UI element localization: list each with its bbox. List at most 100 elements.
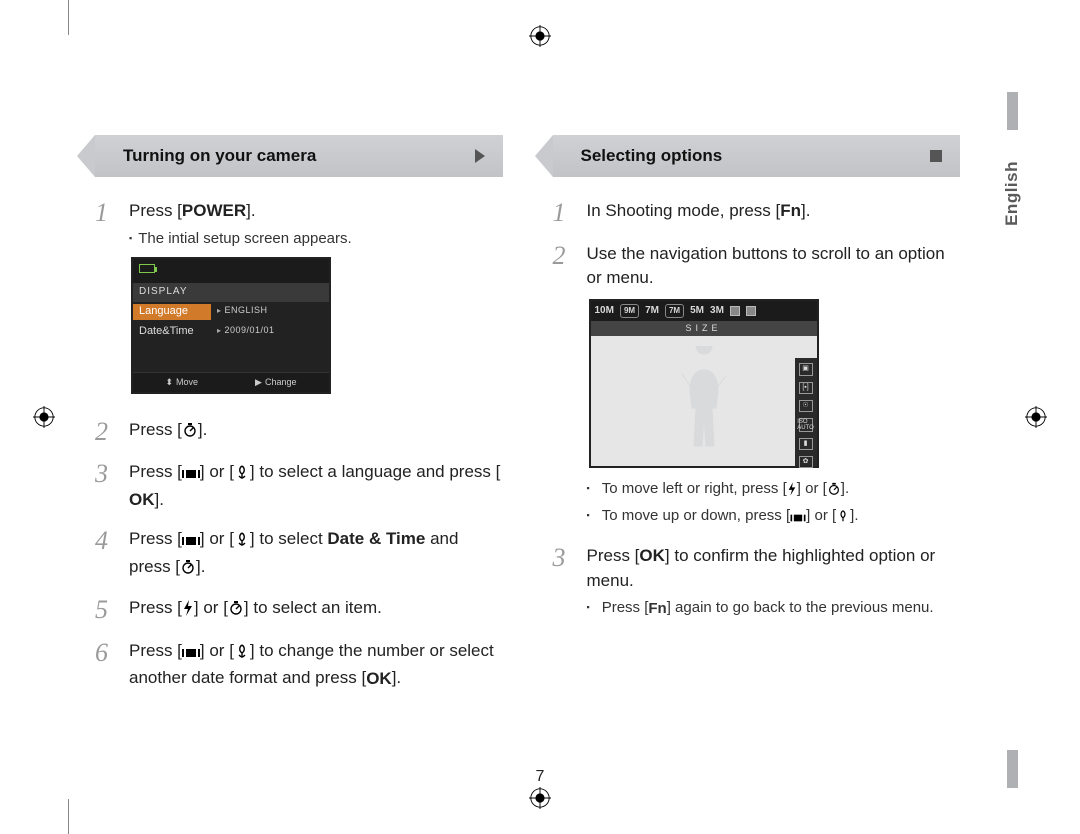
- size-option: [730, 306, 740, 316]
- step-1: 1 In Shooting mode, press [Fn].: [553, 199, 961, 228]
- lcd-label: Date&Time: [133, 324, 211, 340]
- text: ] to select a language and press [: [250, 462, 500, 481]
- lcd2-icon: ▮: [799, 438, 813, 450]
- text: Press [: [587, 546, 640, 565]
- text: ].: [198, 420, 207, 439]
- column-right: Selecting options 1 In Shooting mode, pr…: [553, 135, 961, 705]
- text: ] to select an item.: [244, 598, 382, 617]
- size-option: 9M: [620, 304, 639, 318]
- text: ] again to go back to the previous menu.: [667, 599, 934, 616]
- display-icon: [182, 642, 200, 667]
- text: Press [: [602, 599, 649, 616]
- lcd-row-language: Language ENGLISH: [133, 302, 329, 322]
- bullet-icon: [129, 230, 138, 247]
- section-title: Selecting options: [581, 146, 723, 166]
- lcd2-icon: [▪]: [799, 382, 813, 394]
- text: ] to select: [250, 529, 327, 548]
- column-left: Turning on your camera 1 Press [POWER]. …: [95, 135, 503, 705]
- timer-icon: [228, 599, 244, 624]
- text: ] or [: [797, 480, 827, 497]
- macro-icon: [234, 642, 250, 667]
- step-6: 6 Press [] or [] to change the number or…: [95, 639, 503, 691]
- size-option: [746, 306, 756, 316]
- text: ] or [: [806, 507, 836, 524]
- power-label: POWER: [182, 201, 246, 220]
- fn-icon: Fn: [780, 199, 801, 224]
- flash-icon: [182, 599, 194, 624]
- text: Press [: [129, 529, 182, 548]
- section-heading-right: Selecting options: [553, 135, 961, 177]
- side-thumb-tab-bottom: [1007, 750, 1018, 788]
- date-time-label: Date & Time: [327, 529, 425, 548]
- registration-mark-top: [529, 25, 551, 47]
- step-number: 1: [95, 199, 117, 404]
- side-thumb-tab-top: [1007, 92, 1018, 130]
- size-option: 7M: [665, 304, 684, 318]
- silhouette-icon: [674, 346, 734, 456]
- display-icon: [790, 508, 806, 530]
- display-icon: [182, 463, 200, 488]
- step-number: 1: [553, 199, 575, 228]
- lcd-option-screen: 10M 9M 7M 7M 5M 3M SIZE: [589, 299, 819, 469]
- lcd2-icon: ▣: [799, 363, 813, 375]
- lcd2-icon: ☉: [799, 400, 813, 412]
- bullet-icon: [587, 597, 596, 619]
- battery-icon: [139, 264, 155, 273]
- registration-mark-right: [1025, 406, 1047, 428]
- ok-icon: OK: [639, 544, 665, 569]
- size-option: 10M: [595, 304, 614, 319]
- lcd-value: ENGLISH: [211, 304, 329, 320]
- step-number: 2: [95, 418, 117, 447]
- text: ] or [: [194, 598, 228, 617]
- lcd-label: Language: [133, 304, 211, 320]
- step-number: 3: [95, 460, 117, 512]
- lcd2-right-icons: ▣ [▪] ☉ ISOAUTO ▮ ✿: [795, 358, 817, 466]
- text: ] or [: [200, 462, 234, 481]
- page-number: 7: [536, 768, 545, 786]
- registration-mark-bottom: [529, 787, 551, 809]
- step-1: 1 Press [POWER]. The intial setup screen…: [95, 199, 503, 404]
- text: ].: [850, 507, 858, 524]
- ok-icon: OK: [366, 667, 392, 692]
- text: Use the navigation buttons to scroll to …: [587, 242, 961, 291]
- flash-icon: [787, 481, 797, 503]
- stop-icon: [930, 150, 942, 162]
- timer-icon: [827, 481, 841, 503]
- lcd-header: DISPLAY: [133, 283, 329, 302]
- section-title: Turning on your camera: [123, 146, 316, 166]
- step-number: 5: [95, 596, 117, 625]
- macro-icon: [234, 463, 250, 488]
- step-4: 4 Press [] or [] to select Date & Time a…: [95, 527, 503, 582]
- size-option: 7M: [645, 304, 659, 319]
- registration-mark-left: [33, 406, 55, 428]
- text: ].: [196, 557, 205, 576]
- text: ] or [: [200, 529, 234, 548]
- text: ].: [801, 201, 810, 220]
- text: ].: [392, 668, 401, 687]
- crop-mark: [68, 799, 69, 834]
- text: Press [: [129, 201, 182, 220]
- bullet-icon: [587, 505, 596, 530]
- lcd-value: 2009/01/01: [211, 324, 329, 340]
- step-2: 2 Use the navigation buttons to scroll t…: [553, 242, 961, 530]
- step-5: 5 Press [] or [] to select an item.: [95, 596, 503, 625]
- size-option: 3M: [710, 304, 724, 319]
- text: To move left or right, press [: [602, 480, 787, 497]
- lcd-footer-move: Move: [165, 376, 198, 389]
- lcd2-size-label: SIZE: [591, 321, 817, 336]
- text: Press [: [129, 641, 182, 660]
- size-option: 5M: [690, 304, 704, 319]
- timer-icon: [180, 558, 196, 583]
- text: Press [: [129, 462, 182, 481]
- step-3: 3 Press [ ] or [ ] to select a language an…: [95, 460, 503, 512]
- timer-icon: [182, 421, 198, 446]
- bullet-icon: [587, 478, 596, 503]
- step-number: 2: [553, 242, 575, 530]
- sub-text: The intial setup screen appears.: [138, 230, 351, 247]
- text: In Shooting mode, press [: [587, 201, 781, 220]
- section-heading-left: Turning on your camera: [95, 135, 503, 177]
- text: ] or [: [200, 641, 234, 660]
- lcd2-topbar: 10M 9M 7M 7M 5M 3M: [591, 301, 817, 322]
- fn-icon: Fn: [648, 598, 666, 620]
- step-number: 3: [553, 544, 575, 619]
